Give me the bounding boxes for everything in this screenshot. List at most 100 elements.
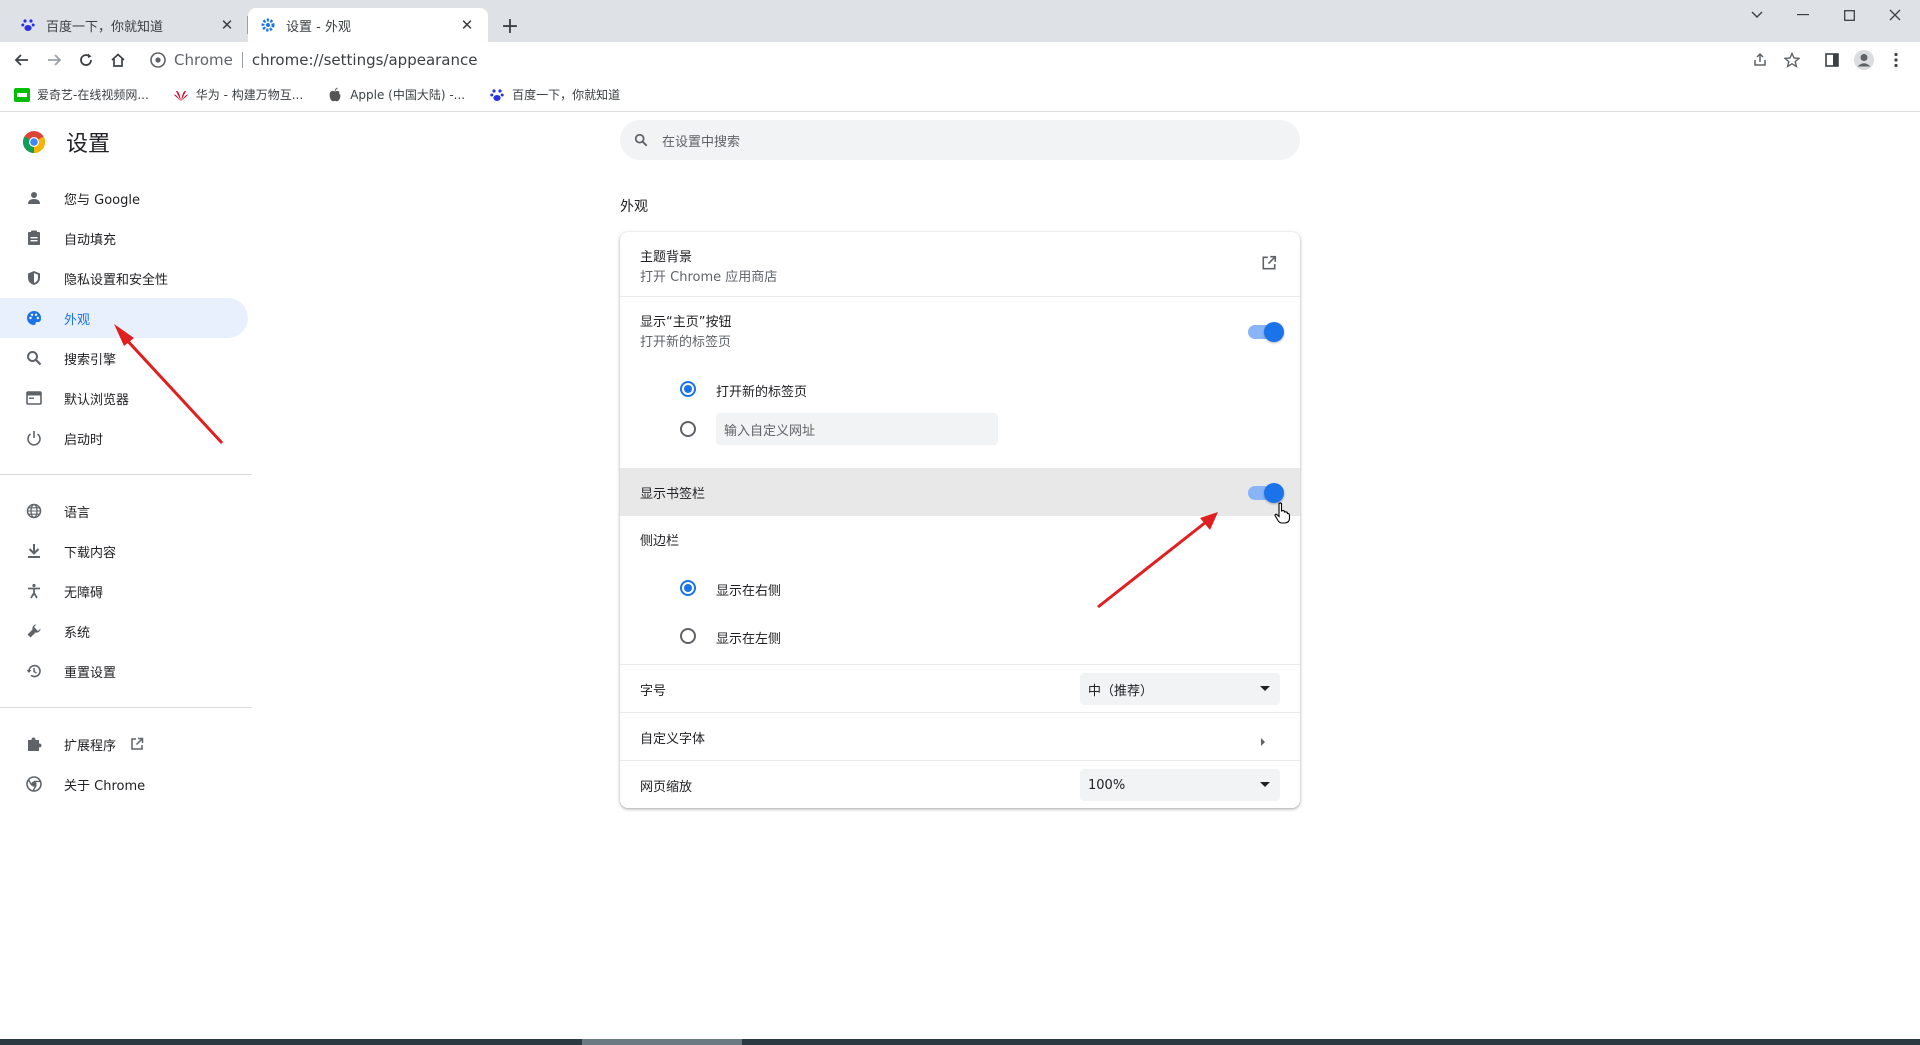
- home-button-label: 显示“主页”按钮: [640, 315, 732, 330]
- sidebar-item-label: 下载内容: [64, 545, 117, 561]
- tab-search-icon[interactable]: [1734, 0, 1780, 30]
- sidebar-item-default-browser[interactable]: 默认浏览器: [0, 378, 248, 418]
- bookmark-star-icon[interactable]: [1778, 46, 1806, 74]
- reload-icon[interactable]: [72, 46, 100, 74]
- more-menu-icon[interactable]: [1882, 46, 1910, 74]
- bookmarks-bar-toggle[interactable]: [1248, 483, 1284, 503]
- huawei-icon: [173, 87, 189, 103]
- home-button-toggle[interactable]: [1248, 322, 1284, 342]
- page-zoom-select[interactable]: 100%: [1080, 769, 1280, 801]
- settings-title: 设置: [66, 132, 111, 157]
- dropdown-caret-icon: [1260, 782, 1270, 787]
- back-icon[interactable]: [8, 46, 36, 74]
- new-tab-button[interactable]: +: [498, 14, 522, 39]
- baidu-paw-icon: [489, 87, 505, 103]
- custom-fonts-row[interactable]: 自定义字体: [620, 712, 1300, 760]
- bookmark-huawei[interactable]: 华为 - 构建万物互...: [173, 86, 303, 103]
- bookmarks-bar-row[interactable]: 显示书签栏: [620, 468, 1300, 524]
- external-link-icon[interactable]: [1261, 255, 1277, 275]
- external-link-icon: [130, 737, 144, 751]
- settings-sidebar: 您与 Google 自动填充 隐私设置和安全性 外观 搜索引擎 默认浏览器 启动…: [0, 178, 252, 804]
- tab-title: 百度一下，你就知道: [46, 19, 164, 35]
- close-window-icon[interactable]: [1872, 0, 1918, 30]
- sidebar-item-label: 无障碍: [64, 585, 104, 601]
- sidebar-item-accessibility[interactable]: 无障碍: [0, 571, 248, 611]
- sidebar-item-autofill[interactable]: 自动填充: [0, 218, 248, 258]
- bookmark-baidu[interactable]: 百度一下，你就知道: [489, 86, 620, 103]
- sidebar-item-label: 外观: [64, 312, 91, 328]
- bookmark-label: 华为 - 构建万物互...: [195, 88, 304, 102]
- custom-fonts-label: 自定义字体: [640, 732, 706, 747]
- sidebar-item-reset[interactable]: 重置设置: [0, 651, 248, 691]
- settings-gear-icon: [260, 17, 276, 33]
- sidebar-item-search-engine[interactable]: 搜索引擎: [0, 338, 248, 378]
- sidebar-item-label: 默认浏览器: [64, 392, 130, 408]
- sidebar-item-label: 搜索引擎: [64, 352, 117, 368]
- address-bar[interactable]: Chrome chrome://settings/appearance: [142, 46, 1782, 74]
- side-panel-icon[interactable]: [1818, 46, 1846, 74]
- bookmarks-bar: 爱奇艺-在线视频网... 华为 - 构建万物互... Apple (中国大陆) …: [0, 78, 1920, 112]
- chevron-right-icon: [1260, 732, 1266, 751]
- toolbar: Chrome chrome://settings/appearance: [0, 42, 1920, 78]
- sidebar-position-label: 侧边栏: [640, 534, 680, 549]
- sidebar-item-label: 您与 Google: [64, 192, 140, 208]
- radio-sidebar-right[interactable]: [680, 580, 696, 596]
- maximize-icon[interactable]: [1826, 0, 1872, 30]
- download-icon: [24, 541, 44, 561]
- sidebar-item-privacy[interactable]: 隐私设置和安全性: [0, 258, 248, 298]
- page-zoom-label: 网页缩放: [640, 780, 693, 795]
- close-tab-icon[interactable]: ✕: [458, 16, 476, 34]
- sidebar-item-languages[interactable]: 语言: [0, 491, 248, 531]
- taskbar-strip: [0, 1039, 1920, 1045]
- search-placeholder: 在设置中搜索: [662, 134, 741, 150]
- chrome-logo-icon: [23, 131, 45, 153]
- globe-icon: [24, 501, 44, 521]
- page-zoom-value: 100%: [1088, 777, 1126, 793]
- omnibox-separator: [241, 52, 243, 68]
- radio-custom-url[interactable]: [680, 421, 696, 437]
- sidebar-item-label: 关于 Chrome: [64, 778, 146, 794]
- radio-sidebar-left[interactable]: [680, 628, 696, 644]
- taskbar-item[interactable]: [582, 1039, 742, 1045]
- sidebar-item-extensions[interactable]: 扩展程序: [0, 724, 248, 764]
- wrench-icon: [24, 621, 44, 641]
- close-tab-icon[interactable]: ✕: [218, 16, 236, 34]
- page-zoom-row: 网页缩放 100%: [620, 760, 1300, 808]
- sidebar-item-you-and-google[interactable]: 您与 Google: [0, 178, 248, 218]
- custom-url-placeholder: 输入自定义网址: [724, 423, 816, 439]
- bookmarks-bar-label: 显示书签栏: [640, 487, 706, 502]
- appearance-card: 主题背景 打开 Chrome 应用商店 显示“主页”按钮 打开新的标签页 打开新…: [620, 232, 1300, 808]
- shield-icon: [24, 268, 44, 288]
- tab-settings[interactable]: 设置 - 外观 ✕: [248, 8, 488, 42]
- puzzle-icon: [24, 734, 44, 754]
- sidebar-item-system[interactable]: 系统: [0, 611, 248, 651]
- radio-new-tab[interactable]: [680, 381, 696, 397]
- theme-row[interactable]: 主题背景 打开 Chrome 应用商店: [620, 232, 1300, 296]
- home-icon[interactable]: [104, 46, 132, 74]
- radio-sidebar-left-label: 显示在左侧: [716, 632, 782, 647]
- home-button-sublabel: 打开新的标签页: [640, 335, 732, 350]
- bookmark-apple[interactable]: Apple (中国大陆) -...: [327, 86, 465, 103]
- profile-avatar-icon[interactable]: [1850, 46, 1878, 74]
- custom-url-input[interactable]: 输入自定义网址: [716, 413, 998, 445]
- nav-divider: [0, 707, 252, 708]
- sidebar-position-row: 侧边栏 显示在右侧 显示在左侧: [620, 516, 1300, 664]
- sidebar-item-downloads[interactable]: 下载内容: [0, 531, 248, 571]
- url-text[interactable]: chrome://settings/appearance: [252, 51, 478, 69]
- bookmark-iqiyi[interactable]: 爱奇艺-在线视频网...: [14, 86, 149, 103]
- share-icon[interactable]: [1746, 46, 1774, 74]
- tab-baidu[interactable]: 百度一下，你就知道 ✕: [8, 8, 248, 42]
- sidebar-item-appearance[interactable]: 外观: [0, 298, 248, 338]
- apple-icon: [327, 87, 343, 103]
- font-size-select[interactable]: 中（推荐）: [1080, 673, 1280, 705]
- sidebar-item-label: 系统: [64, 625, 91, 641]
- tab-title: 设置 - 外观: [286, 19, 351, 35]
- site-chip[interactable]: Chrome: [142, 51, 233, 69]
- sidebar-item-label: 扩展程序: [64, 738, 117, 754]
- forward-icon[interactable]: [40, 46, 68, 74]
- sidebar-item-about-chrome[interactable]: 关于 Chrome: [0, 764, 248, 804]
- minimize-icon[interactable]: [1780, 0, 1826, 30]
- sidebar-item-on-startup[interactable]: 启动时: [0, 418, 248, 458]
- font-size-row: 字号 中（推荐）: [620, 664, 1300, 712]
- settings-search-input[interactable]: 在设置中搜索: [620, 120, 1300, 160]
